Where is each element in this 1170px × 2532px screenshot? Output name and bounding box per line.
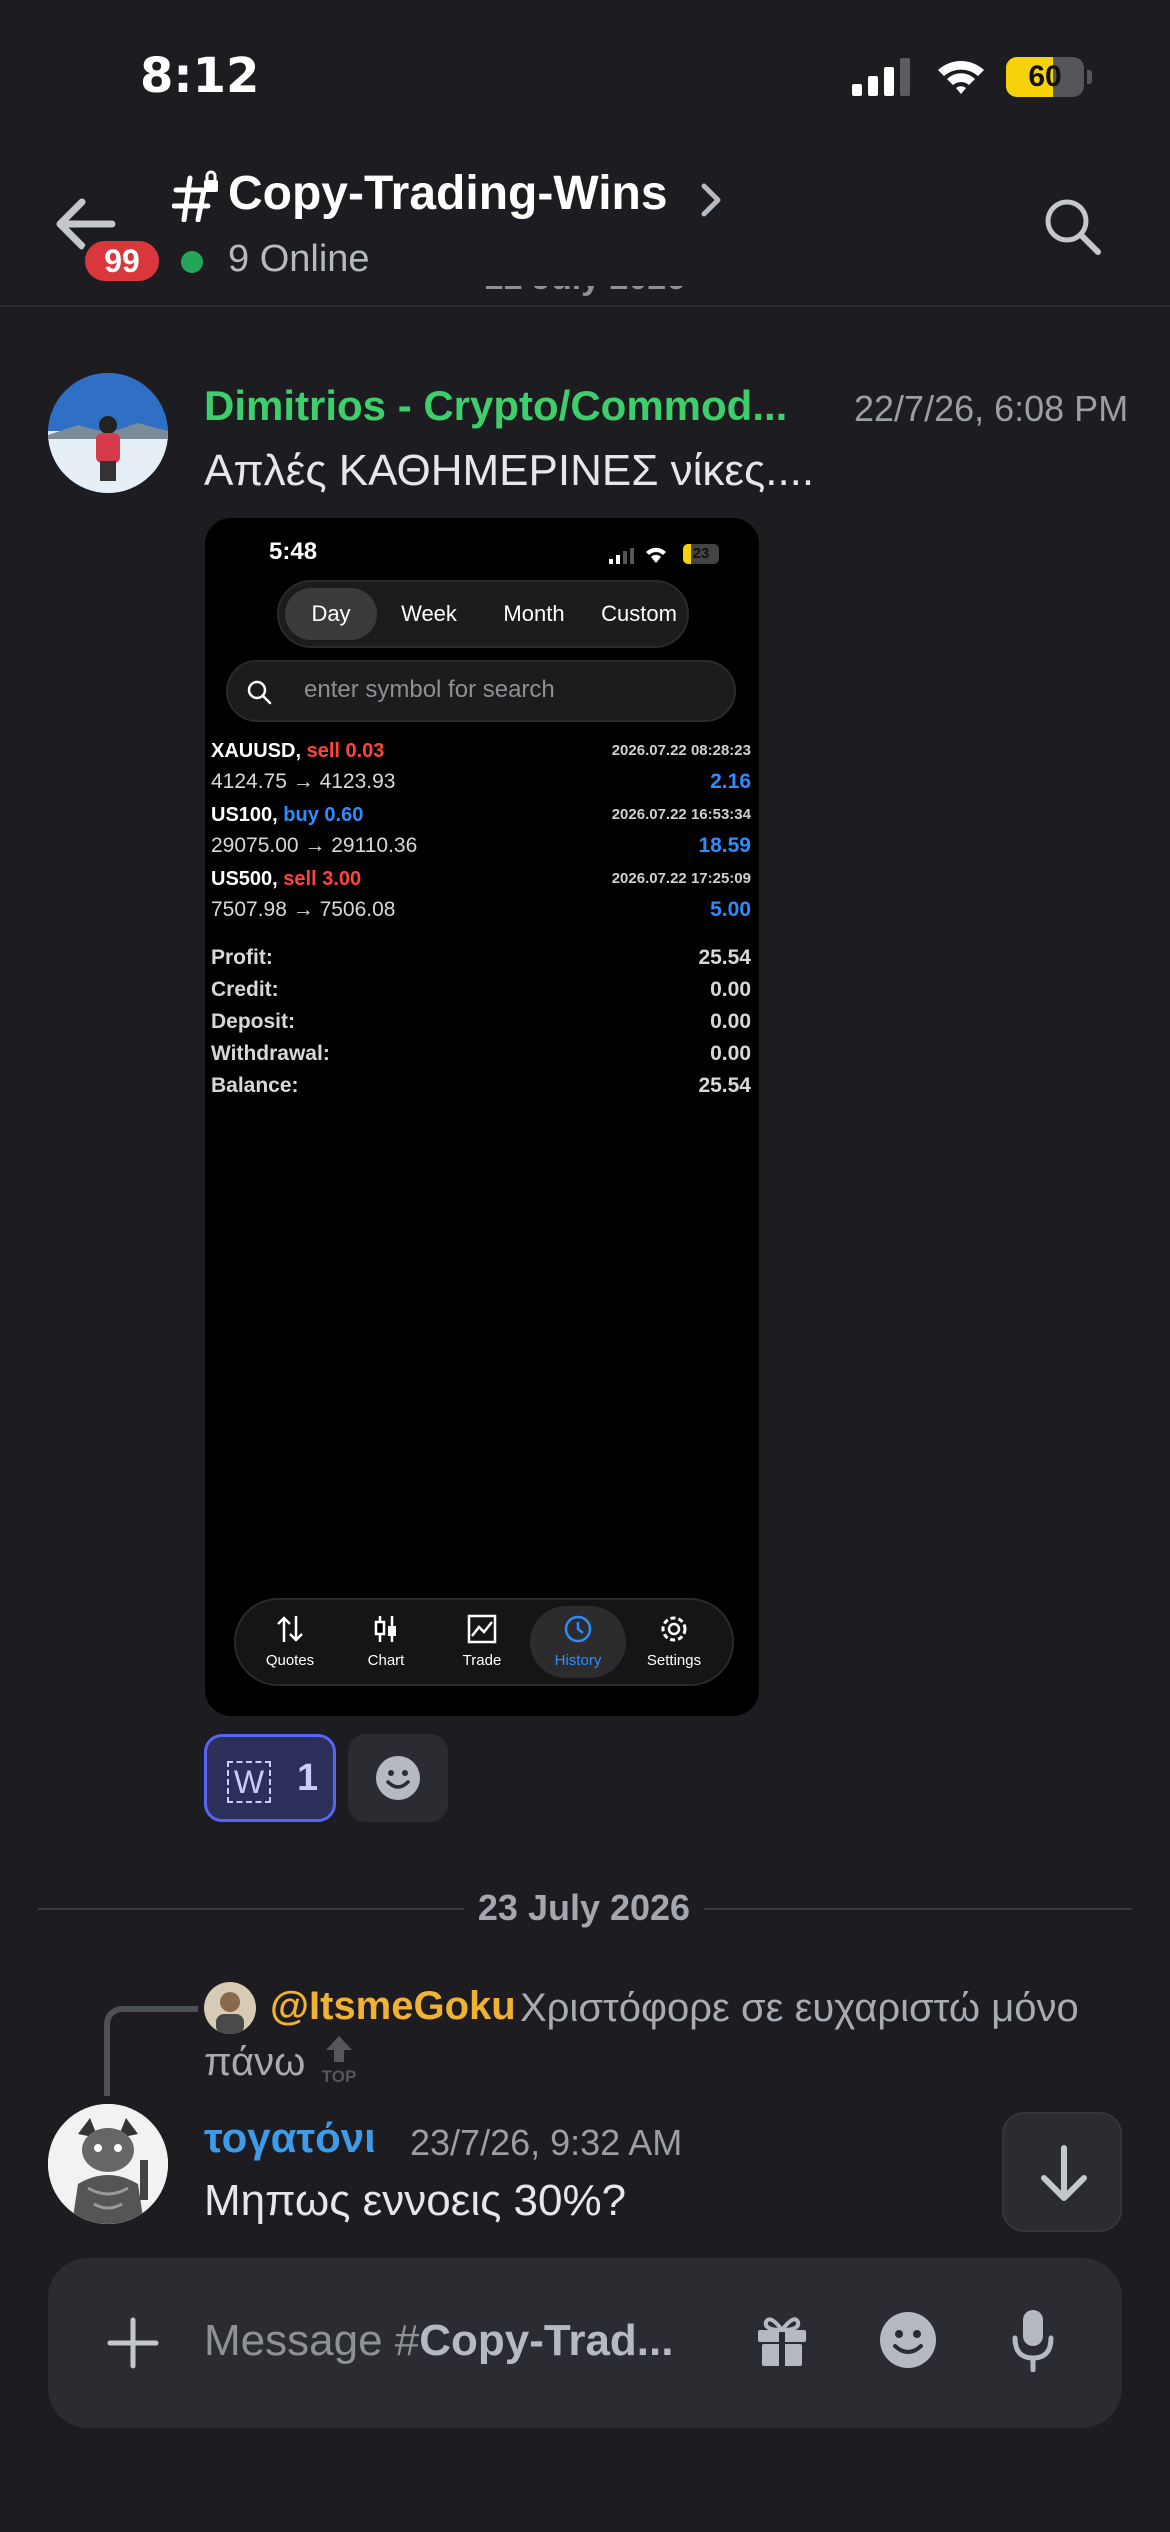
message-text: Μηπως εννοεις 30%? <box>204 2176 627 2225</box>
channel-header: 99 Copy-Trading-Wins 9 Online <box>0 150 1170 307</box>
period-segmented-control: Day Week Month Custom <box>277 580 689 648</box>
channel-name[interactable]: Copy-Trading-Wins <box>228 166 668 221</box>
segment-custom[interactable]: Custom <box>589 588 689 640</box>
trade-row: XAUUSD, sell 0.03 2026.07.22 08:28:23 41… <box>211 740 751 793</box>
symbol-search-input[interactable]: enter symbol for search <box>226 660 736 722</box>
summary-row: Credit: 0.00 <box>211 978 751 1001</box>
image-attachment[interactable]: 5:48 23 Day Week Month Custom enter symb… <box>205 518 759 1716</box>
cellular-signal-icon <box>609 548 634 564</box>
reply-connector <box>104 2006 198 2096</box>
battery-level: 60 <box>1028 60 1062 93</box>
emoji-icon[interactable] <box>878 2310 938 2370</box>
search-icon <box>247 680 272 705</box>
online-status-dot <box>181 251 203 273</box>
microphone-icon[interactable] <box>1010 2308 1056 2372</box>
message-timestamp: 23/7/26, 9:32 AM <box>410 2122 683 2163</box>
message-text: Απλές ΚΑΘΗΜΕΡΙΝΕΣ νίκες.... <box>204 446 815 495</box>
tab-trade[interactable]: Trade <box>434 1606 530 1678</box>
attachment-status-time: 5:48 <box>269 538 318 565</box>
unread-badge: 99 <box>80 236 164 286</box>
summary-row: Withdrawal: 0.00 <box>211 1042 751 1065</box>
jump-to-bottom-button[interactable] <box>1002 2112 1122 2232</box>
top-arrow-icon: TOP <box>322 2036 357 2086</box>
custom-emoji-w-icon: W <box>227 1761 271 1803</box>
candlestick-icon <box>374 1616 396 1642</box>
segment-week[interactable]: Week <box>379 588 479 640</box>
battery-icon: 60 <box>1006 57 1092 97</box>
wifi-icon <box>646 547 666 563</box>
message-author[interactable]: Dimitrios - Crypto/Commod... <box>204 382 824 430</box>
attachment-tab-bar: Quotes Chart Trade History Settings <box>234 1598 734 1686</box>
segment-month[interactable]: Month <box>479 588 589 640</box>
reply-preview-text[interactable]: πάνω <box>204 2040 305 2085</box>
summary-row: Profit: 25.54 <box>211 946 751 969</box>
status-bar: 8:12 60 <box>0 0 1170 150</box>
status-time: 8:12 <box>140 48 260 104</box>
reply-avatar[interactable] <box>204 1982 256 2034</box>
message-input[interactable]: Message #Copy-Trad... <box>204 2316 694 2366</box>
search-placeholder: enter symbol for search <box>304 676 555 703</box>
add-reaction-button[interactable] <box>348 1734 448 1822</box>
wifi-icon <box>938 61 984 94</box>
summary-row: Balance: 25.54 <box>211 1074 751 1097</box>
arrow-down-icon <box>1041 2145 1087 2201</box>
online-count: 9 Online <box>228 238 370 280</box>
search-icon[interactable] <box>1042 196 1102 256</box>
tab-history[interactable]: History <box>530 1606 626 1678</box>
reaction-count: 1 <box>297 1757 319 1799</box>
tab-quotes[interactable]: Quotes <box>242 1606 338 1678</box>
cellular-signal-icon <box>852 58 910 96</box>
trade-row: US100, buy 0.60 2026.07.22 16:53:34 2907… <box>211 804 751 857</box>
message-timestamp: 22/7/26, 6:08 PM <box>854 388 1129 429</box>
chevron-right-icon[interactable] <box>698 182 724 218</box>
battery-icon: 23 <box>683 544 719 564</box>
reaction-chip[interactable]: W 1 <box>204 1734 336 1822</box>
gear-icon <box>661 1616 687 1642</box>
date-divider-partial: 22 July 2026 <box>0 286 1170 308</box>
tab-settings[interactable]: Settings <box>626 1606 722 1678</box>
quotes-icon <box>277 1616 303 1642</box>
date-divider-label: 23 July 2026 <box>464 1886 704 1930</box>
summary-row: Deposit: 0.00 <box>211 1010 751 1033</box>
segment-day[interactable]: Day <box>285 588 377 640</box>
reply-mention[interactable]: @ItsmeGoku <box>270 1984 516 2029</box>
reply-preview-text[interactable]: Χριστόφορε σε ευχαριστώ μόνο <box>520 1986 1079 2031</box>
locked-channel-hash-icon <box>172 170 218 222</box>
tab-chart[interactable]: Chart <box>338 1606 434 1678</box>
svg-text:TOP: TOP <box>322 2067 357 2086</box>
gift-icon[interactable] <box>754 2312 810 2368</box>
plus-icon[interactable] <box>104 2314 162 2372</box>
message-author[interactable]: τογατόνι <box>204 2114 376 2162</box>
avatar[interactable] <box>48 373 168 493</box>
trade-chart-icon <box>467 1614 497 1644</box>
history-clock-icon <box>564 1615 592 1643</box>
smiley-icon <box>376 1756 420 1800</box>
trade-row: US500, sell 3.00 2026.07.22 17:25:09 750… <box>211 868 751 921</box>
avatar[interactable] <box>48 2104 168 2224</box>
message-composer: Message #Copy-Trad... <box>48 2258 1122 2428</box>
